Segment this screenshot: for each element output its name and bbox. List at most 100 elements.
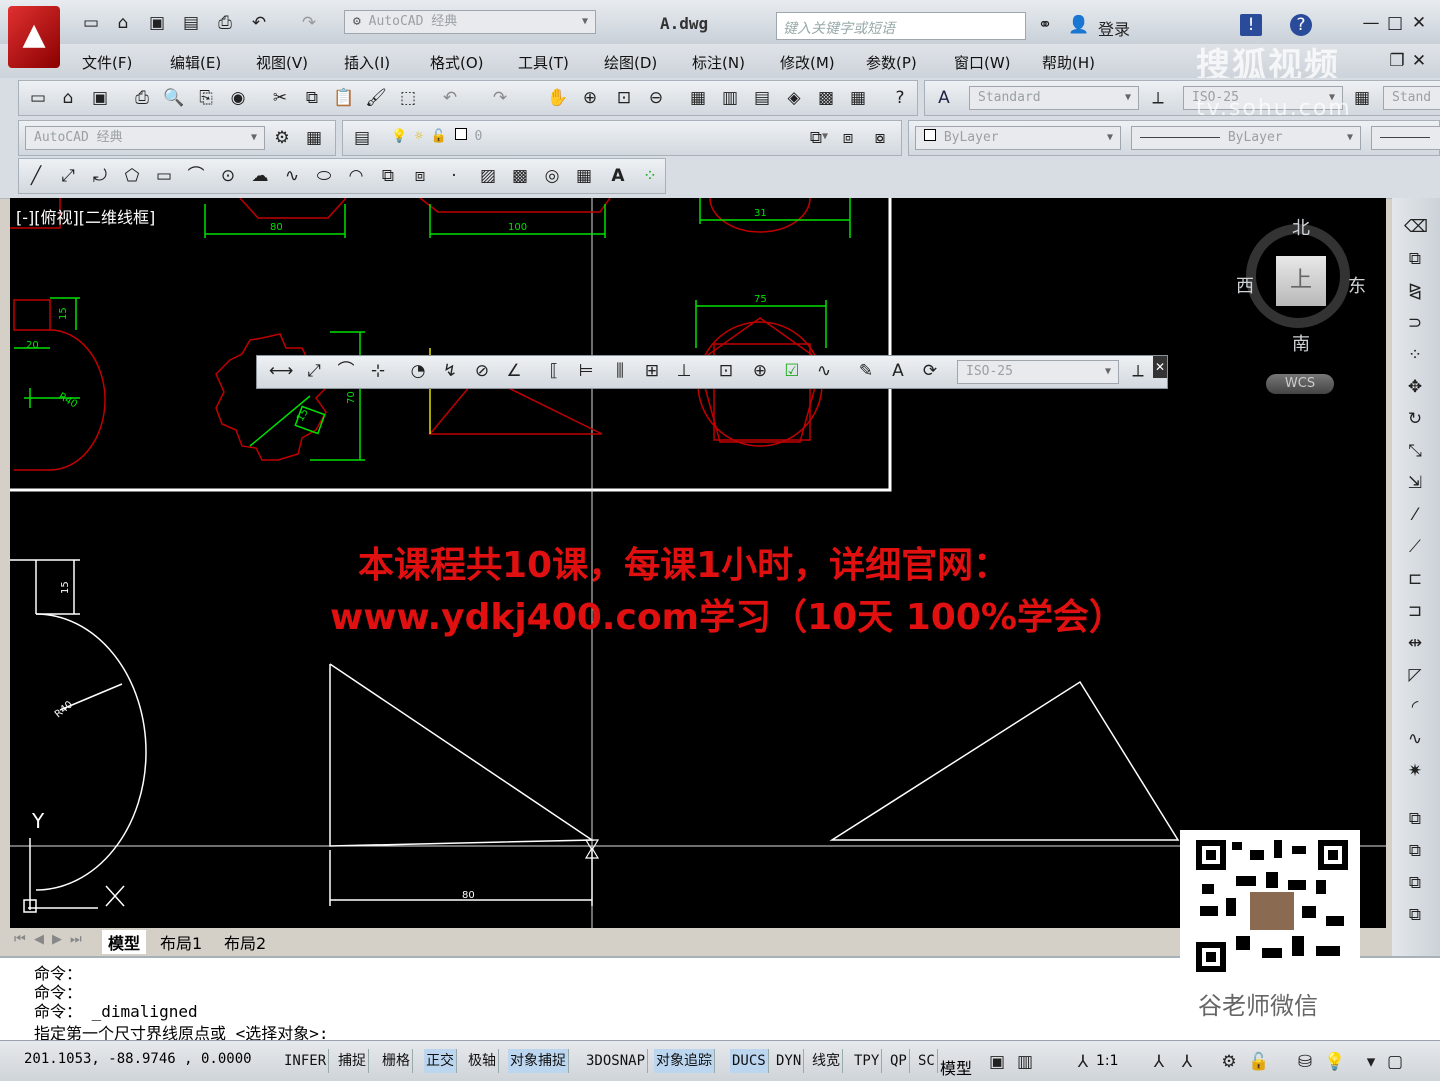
toolbar-lock-icon[interactable]: 🔓 bbox=[1248, 1051, 1270, 1073]
chamfer-icon[interactable]: ◸ bbox=[1404, 664, 1426, 686]
arc-length-icon[interactable]: ⌒ bbox=[335, 360, 357, 382]
tab-nav-prev-icon[interactable]: ◀ bbox=[34, 932, 44, 947]
layer-combo[interactable]: 💡 ☼ 🔓 0 ▼ bbox=[383, 126, 828, 150]
exchange-icon[interactable]: ! bbox=[1240, 14, 1262, 36]
status-toggle-0[interactable]: INFER bbox=[282, 1049, 330, 1073]
workspace-select[interactable]: AutoCAD 经典 ▼ bbox=[25, 126, 265, 150]
aligned-dim-icon[interactable]: ⤢ bbox=[303, 360, 325, 382]
preview-icon[interactable]: 🔍 bbox=[163, 87, 185, 109]
point-icon[interactable]: · bbox=[443, 165, 465, 187]
line-icon[interactable]: ╱ bbox=[25, 165, 47, 187]
compass-west[interactable]: 西 bbox=[1236, 272, 1254, 298]
table-style-combo[interactable]: Stand bbox=[1383, 86, 1440, 110]
inspection-icon[interactable]: ☑ bbox=[781, 360, 803, 382]
stretch-icon[interactable]: ⇲ bbox=[1404, 472, 1426, 494]
toolbar-close-icon[interactable]: ✕ bbox=[1153, 356, 1167, 378]
hardware-accel-icon[interactable]: ⛁ bbox=[1294, 1051, 1316, 1073]
rotate-icon[interactable]: ↻ bbox=[1404, 408, 1426, 430]
text-style-icon[interactable]: A bbox=[933, 87, 955, 109]
dim-space-icon[interactable]: ⊞ bbox=[641, 360, 663, 382]
open-file-icon[interactable]: ⌂ bbox=[112, 12, 134, 34]
table-style-icon[interactable]: ▦ bbox=[1351, 87, 1373, 109]
spline-icon[interactable]: ∿ bbox=[281, 165, 303, 187]
new-file-icon[interactable]: ▭ bbox=[80, 12, 102, 34]
zoom-previous-icon[interactable]: ⊖ bbox=[645, 87, 667, 109]
login-link[interactable]: 登录 bbox=[1098, 16, 1130, 40]
viewport-label[interactable]: [-][俯视][二维线框] bbox=[16, 204, 155, 228]
mirror-icon[interactable]: ⧎ bbox=[1404, 280, 1426, 302]
3d-dwf-icon[interactable]: ◉ bbox=[227, 87, 249, 109]
color-combo[interactable]: ByLayer ▼ bbox=[915, 126, 1121, 150]
make-current-icon[interactable]: ⧉ bbox=[805, 127, 827, 149]
mtext-icon[interactable]: A bbox=[607, 165, 629, 187]
menu-format[interactable]: 格式(O) bbox=[430, 52, 484, 73]
drawing-canvas[interactable]: 80 100 31 15 20 R40 70 15 75 15 R40 80 Y… bbox=[10, 198, 1386, 928]
tab-layout2[interactable]: 布局2 bbox=[224, 930, 266, 954]
copy-object-icon[interactable]: ⧉ bbox=[1404, 248, 1426, 270]
tab-nav-last-icon[interactable]: ⏭ bbox=[70, 932, 82, 947]
menu-view[interactable]: 视图(V) bbox=[256, 52, 308, 73]
ellipse-icon[interactable]: ⬭ bbox=[313, 165, 335, 187]
ellipse-arc-icon[interactable]: ◠ bbox=[345, 165, 367, 187]
properties-icon[interactable]: ▦ bbox=[687, 87, 709, 109]
text-style-combo[interactable]: Standard ▼ bbox=[969, 86, 1139, 110]
region-icon[interactable]: ◎ bbox=[541, 165, 563, 187]
block-editor-icon[interactable]: ⬚ bbox=[397, 87, 419, 109]
polygon-icon[interactable]: ⬠ bbox=[121, 165, 143, 187]
annotation-visibility-icon[interactable]: ⅄ bbox=[1148, 1051, 1170, 1073]
menu-draw[interactable]: 绘图(D) bbox=[604, 52, 657, 73]
diameter-icon[interactable]: ⊘ bbox=[471, 360, 493, 382]
circle-icon[interactable]: ⊙ bbox=[217, 165, 239, 187]
menu-tools[interactable]: 工具(T) bbox=[518, 52, 569, 73]
redo-icon[interactable]: ↷ bbox=[489, 87, 511, 109]
jogged-icon[interactable]: ↯ bbox=[439, 360, 461, 382]
sheet-set-icon[interactable]: ◈ bbox=[783, 87, 805, 109]
status-toggle-7[interactable]: 对象追踪 bbox=[654, 1049, 715, 1073]
extend-icon[interactable]: ⟋ bbox=[1404, 536, 1426, 558]
linear-dim-icon[interactable]: ⟷ bbox=[269, 360, 293, 382]
open-icon[interactable]: ⌂ bbox=[57, 87, 79, 109]
menu-help[interactable]: 帮助(H) bbox=[1042, 52, 1095, 73]
status-menu-icon[interactable]: ▾ bbox=[1360, 1051, 1382, 1073]
offset-icon[interactable]: ⊃ bbox=[1404, 312, 1426, 334]
break-icon[interactable]: ⊐ bbox=[1404, 600, 1426, 622]
status-toggle-6[interactable]: 3DOSNAP bbox=[584, 1049, 649, 1073]
save-as-icon[interactable]: ▤ bbox=[180, 12, 202, 34]
maximize-icon[interactable]: □ bbox=[1384, 12, 1406, 34]
annotation-scale[interactable]: 1:1 bbox=[1096, 1053, 1119, 1069]
customize-icon[interactable]: ▦ bbox=[303, 127, 325, 149]
dim-update-icon[interactable]: ⟳ bbox=[919, 360, 941, 382]
design-center-icon[interactable]: ▥ bbox=[719, 87, 741, 109]
compass-east[interactable]: 东 bbox=[1348, 272, 1366, 298]
menu-parametric[interactable]: 参数(P) bbox=[866, 52, 917, 73]
autocad-logo-icon[interactable]: ▲ bbox=[8, 6, 60, 68]
menu-window[interactable]: 窗口(W) bbox=[954, 52, 1011, 73]
erase-icon[interactable]: ⌫ bbox=[1404, 216, 1428, 238]
help-icon[interactable]: ? bbox=[1290, 14, 1312, 36]
trim-icon[interactable]: ⁄ bbox=[1404, 504, 1426, 526]
array-icon[interactable]: ⁘ bbox=[1404, 344, 1426, 366]
dim-text-edit-icon[interactable]: A bbox=[887, 360, 909, 382]
annotation-scale-icon[interactable]: ⅄ bbox=[1072, 1051, 1094, 1073]
restore-doc-icon[interactable]: ❐ bbox=[1386, 50, 1408, 72]
construction-line-icon[interactable]: ⤢ bbox=[57, 165, 79, 187]
dim-overlay-style-combo[interactable]: ISO-25 ▼ bbox=[957, 360, 1119, 384]
workspace-combo[interactable]: ⚙ AutoCAD 经典 ▼ bbox=[344, 10, 596, 34]
angular-icon[interactable]: ∠ bbox=[503, 360, 525, 382]
user-icon[interactable]: 👤 bbox=[1068, 14, 1090, 36]
menu-modify[interactable]: 修改(M) bbox=[780, 52, 835, 73]
table-icon[interactable]: ▦ bbox=[573, 165, 595, 187]
pan-icon[interactable]: ✋ bbox=[547, 87, 569, 109]
markup-icon[interactable]: ▩ bbox=[815, 87, 837, 109]
zoom-realtime-icon[interactable]: ⊕ bbox=[579, 87, 601, 109]
dim-style-icon[interactable]: ⟂ bbox=[1147, 87, 1169, 109]
binoculars-icon[interactable]: ⚭ bbox=[1034, 14, 1056, 36]
status-toggle-3[interactable]: 正交 bbox=[424, 1049, 457, 1073]
quick-view-icon[interactable]: ▥ bbox=[1014, 1051, 1036, 1073]
menu-insert[interactable]: 插入(I) bbox=[344, 52, 390, 73]
center-mark-icon[interactable]: ⊕ bbox=[749, 360, 771, 382]
copy-icon[interactable]: ⧉ bbox=[301, 87, 323, 109]
status-toggle-12[interactable]: QP bbox=[888, 1049, 910, 1073]
break-point-icon[interactable]: ⊏ bbox=[1404, 568, 1426, 590]
publish-icon[interactable]: ⎘ bbox=[195, 87, 217, 109]
